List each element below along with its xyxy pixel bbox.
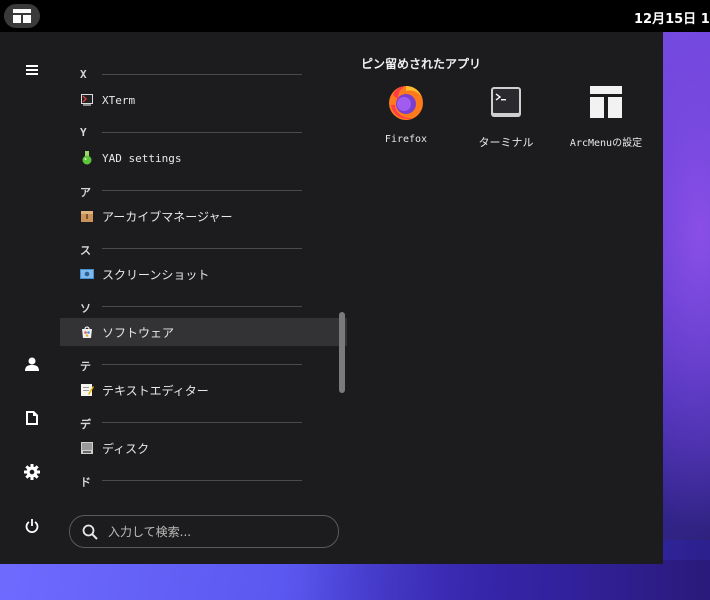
app-item-label: XTerm	[102, 93, 136, 107]
documents-button[interactable]	[16, 402, 48, 434]
section-letter: テ	[80, 360, 91, 373]
pinned-apps-title: ピン留めされたアプリ	[361, 57, 482, 71]
section-letter: X	[80, 68, 87, 81]
hamburger-button[interactable]	[16, 54, 48, 86]
pinned-app-arcmenu-settings[interactable]: ArcMenuの設定	[556, 82, 656, 149]
app-item-screenshot[interactable]: スクリーンショット	[60, 260, 347, 288]
text-editor-icon	[80, 383, 94, 397]
section-letter: ソ	[80, 302, 91, 315]
app-item-label: テキストエディター	[102, 383, 209, 398]
firefox-icon	[386, 82, 426, 122]
flask-icon	[80, 151, 94, 165]
arcmenu-icon	[13, 9, 31, 23]
section-divider	[102, 132, 302, 133]
section-letter: Y	[80, 126, 87, 139]
arcmenu-settings-icon	[586, 82, 626, 122]
app-item-label: ソフトウェア	[102, 325, 175, 340]
app-list-scrollbar[interactable]	[339, 312, 345, 393]
section-divider	[102, 190, 302, 191]
section-divider	[102, 480, 302, 481]
app-item-software[interactable]: ソフトウェア	[60, 318, 347, 346]
power-icon	[25, 519, 39, 533]
section-letter: ス	[80, 244, 91, 257]
section-divider	[102, 422, 302, 423]
clock[interactable]: 12月15日 14	[634, 8, 710, 27]
app-item-archive-manager[interactable]: アーカイブマネージャー	[60, 202, 347, 230]
app-item-yad-settings[interactable]: YAD settings	[60, 144, 347, 172]
terminal-icon	[486, 82, 526, 122]
pinned-app-label: ターミナル	[478, 136, 534, 149]
archive-icon	[80, 209, 94, 223]
app-item-disks[interactable]: ディスク	[60, 434, 347, 462]
pinned-app-firefox[interactable]: Firefox	[356, 82, 456, 145]
top-bar: 12月15日 14	[0, 0, 710, 32]
hamburger-icon	[26, 65, 38, 75]
section-divider	[102, 74, 302, 75]
app-item-label: スクリーンショット	[102, 267, 210, 282]
section-divider	[102, 248, 302, 249]
user-icon	[25, 357, 39, 371]
pinned-app-label: Firefox	[384, 134, 428, 145]
disk-icon	[80, 441, 94, 455]
settings-button[interactable]	[16, 456, 48, 488]
search-icon	[82, 524, 98, 540]
app-list[interactable]: X XTerm Y YAD settings ア アーカイブマネージャー ス ス…	[60, 64, 350, 534]
search-input[interactable]	[106, 523, 330, 540]
app-item-xterm[interactable]: XTerm	[60, 86, 347, 114]
app-item-text-editor[interactable]: テキストエディター	[60, 376, 347, 404]
document-icon	[26, 411, 38, 425]
user-button[interactable]	[16, 348, 48, 380]
pinned-app-terminal[interactable]: ターミナル	[456, 82, 556, 150]
section-divider	[102, 306, 302, 307]
gear-icon	[24, 464, 40, 480]
power-button[interactable]	[16, 510, 48, 542]
app-item-label: YAD settings	[102, 151, 182, 165]
software-icon	[80, 325, 94, 339]
app-item-label: アーカイブマネージャー	[102, 209, 233, 224]
pinned-app-label: ArcMenuの設定	[569, 138, 643, 149]
app-item-label: ディスク	[102, 441, 150, 456]
search-box[interactable]	[69, 515, 339, 548]
activities-button[interactable]	[4, 4, 40, 28]
screenshot-icon	[80, 267, 94, 281]
section-letter: ド	[80, 476, 91, 489]
arcmenu-panel: X XTerm Y YAD settings ア アーカイブマネージャー ス ス…	[0, 32, 663, 564]
section-letter: ア	[80, 186, 91, 199]
xterm-icon	[80, 93, 94, 107]
wallpaper-wave-shadow	[300, 560, 710, 600]
section-letter: デ	[80, 418, 91, 431]
section-divider	[102, 364, 302, 365]
